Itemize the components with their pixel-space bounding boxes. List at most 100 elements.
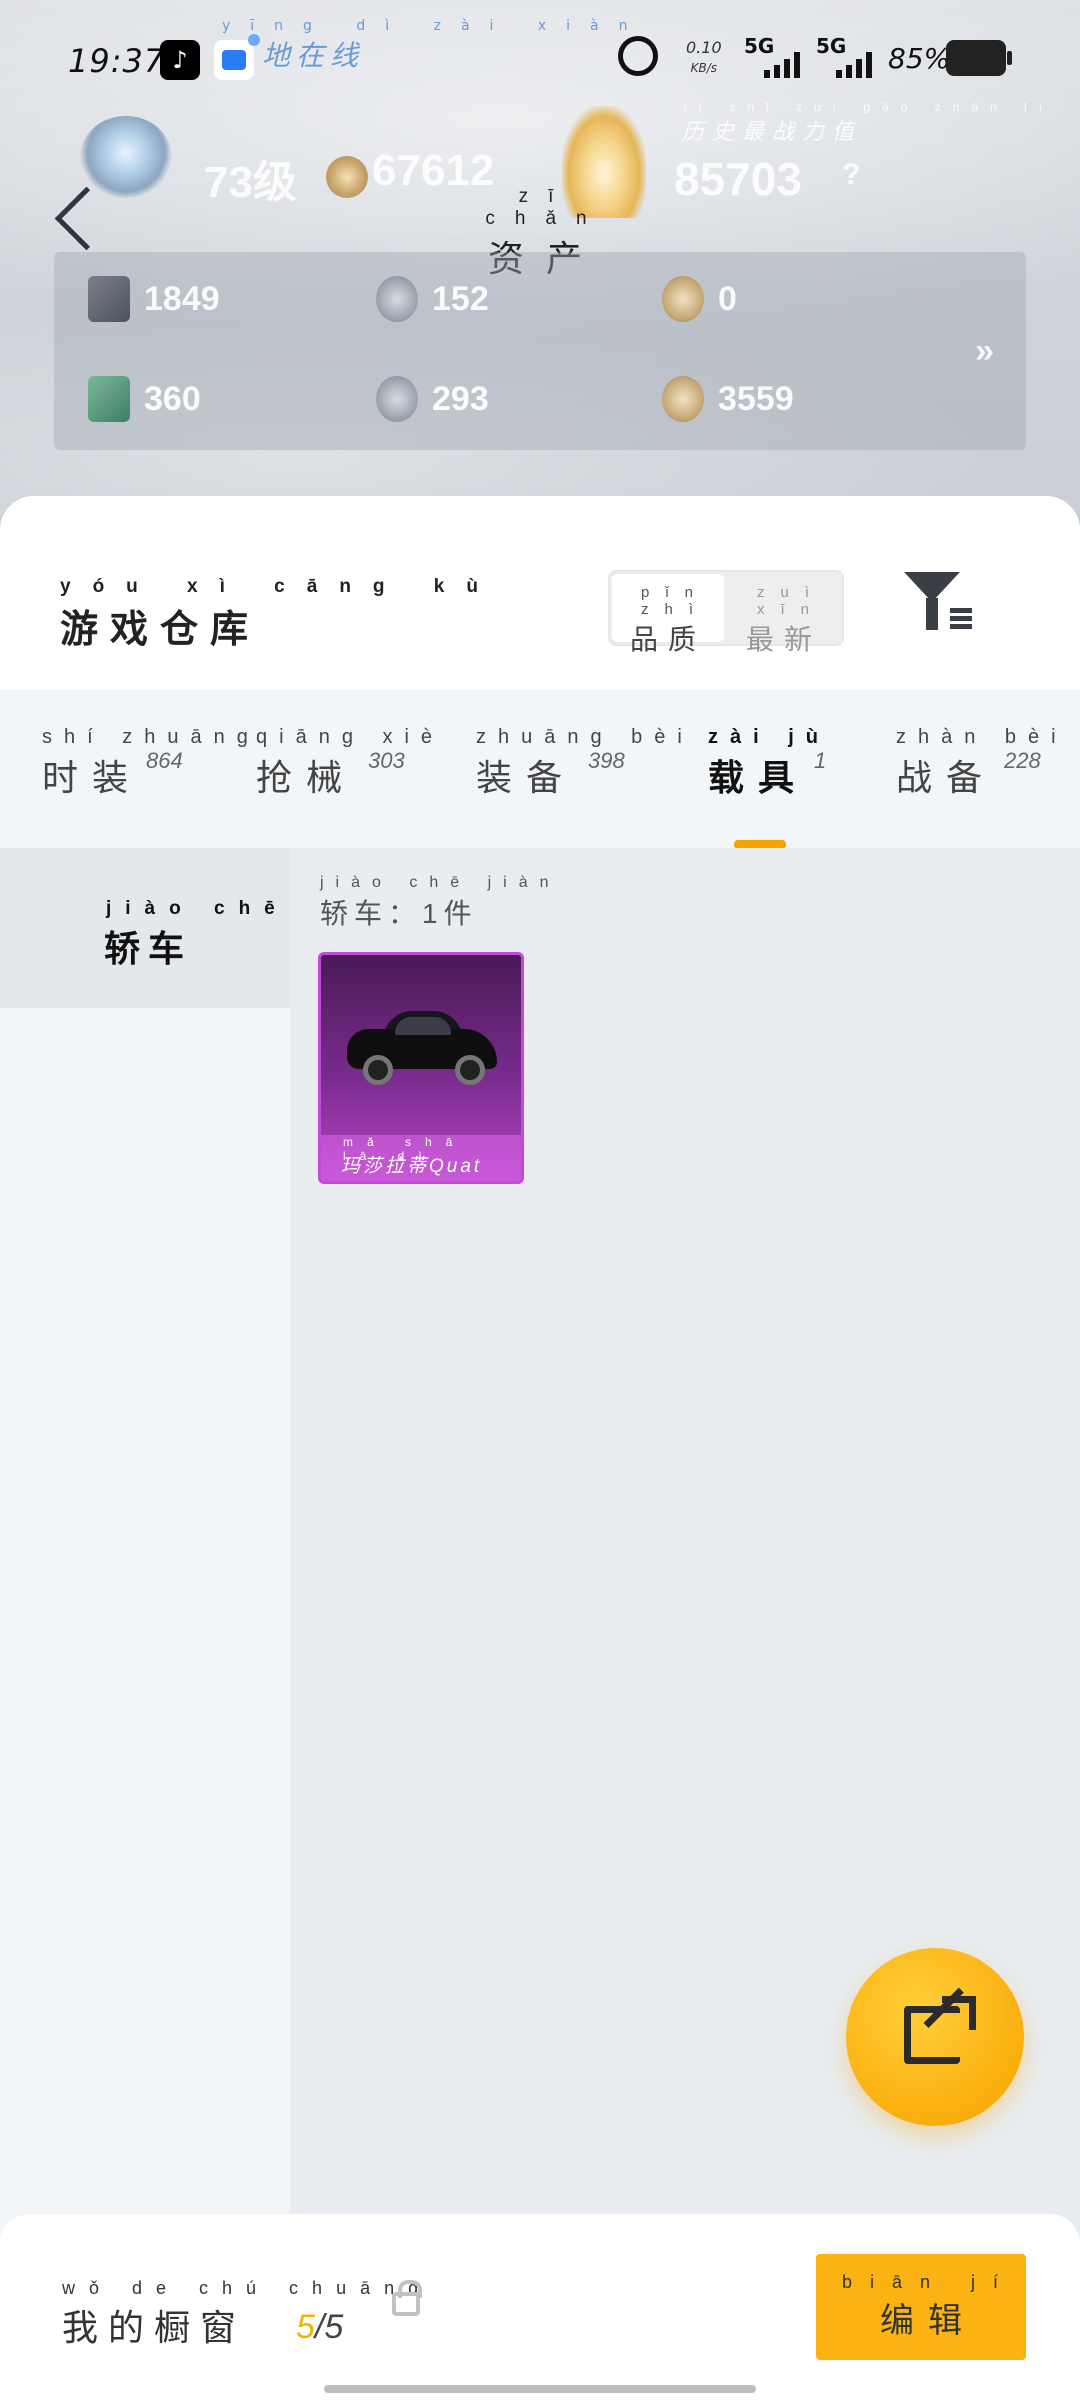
warehouse-title-pinyin: yóu xì cāng kù <box>60 576 500 597</box>
tab-equipment[interactable]: zhuāng bèi 装备 398 <box>476 726 694 801</box>
tab-count: 398 <box>588 748 625 773</box>
green-card-icon <box>88 376 130 422</box>
location-label: 地在线 <box>262 39 365 72</box>
share-button[interactable] <box>846 1948 1024 2126</box>
tab-label: 时装 <box>42 757 143 798</box>
asset-value: 293 <box>432 379 489 418</box>
message-app-icon <box>214 34 260 80</box>
filter-icon[interactable] <box>904 572 974 636</box>
showcase-pinyin: wǒ de chú chuāng <box>62 2278 433 2298</box>
sort-newest-button[interactable]: zuì xīn 最新 <box>728 574 840 655</box>
tab-label: 载具 <box>708 757 809 798</box>
page-title-pinyin: zī chǎn <box>485 186 607 229</box>
asset-item: 1849 <box>88 276 220 322</box>
tab-pinyin: qiāng xiè <box>256 726 445 748</box>
showcase-count: 5/5 <box>296 2308 343 2347</box>
asset-value: 1849 <box>144 279 220 318</box>
alarm-icon <box>618 36 658 76</box>
tab-supplies[interactable]: zhàn bèi 战备 228 <box>896 726 1068 801</box>
tab-count: 1 <box>814 748 827 773</box>
tab-vehicles[interactable]: zài jù 载具 1 <box>708 726 831 849</box>
double-chevron-right-icon[interactable]: » <box>975 332 994 371</box>
showcase-bar: wǒ de chú chuāng 我的橱窗 5/5 biān jí 编辑 <box>0 2214 1080 2400</box>
unlock-icon[interactable] <box>392 2280 422 2316</box>
tab-count: 303 <box>368 748 405 773</box>
tab-pinyin: zài jù <box>708 726 831 748</box>
sort-option-label: 品质 <box>629 624 706 655</box>
tiktok-icon: ♪ <box>160 40 200 80</box>
history-pinyin: lì shǐ zuì gāo zhàn lì <box>684 100 1055 114</box>
asset-item: 152 <box>376 276 489 322</box>
showcase-count-current: 5 <box>296 2308 315 2346</box>
tab-pinyin: zhuāng bèi <box>476 726 694 748</box>
warehouse-title-text: 游戏仓库 <box>60 609 261 651</box>
points-badge-icon <box>326 156 368 198</box>
help-icon[interactable]: ? <box>842 158 860 192</box>
asset-value: 3559 <box>718 379 794 418</box>
sidebar-item-pinyin: jiào chē <box>106 898 289 919</box>
tab-pinyin: zhàn bèi <box>896 726 1068 748</box>
edit-button-pinyin: biān jí <box>841 2272 1017 2292</box>
home-indicator[interactable] <box>324 2385 756 2393</box>
gold-coin-icon <box>662 276 704 322</box>
player-level: 73级 <box>204 158 297 207</box>
asset-item: 360 <box>88 376 201 422</box>
item-grid: jiào chē jiàn 轿车：1件 mǎ shā lā dì 玛莎拉蒂Qua… <box>290 848 1080 2400</box>
showcase-count-total: /5 <box>314 2308 344 2346</box>
sort-option-pinyin: zuì xīn <box>756 584 825 618</box>
sort-option-pinyin: pǐn zhì <box>640 584 710 618</box>
net-speed-unit: KB/s <box>690 61 718 75</box>
sort-option-label: 最新 <box>745 624 822 655</box>
tab-label: 抢械 <box>256 757 357 798</box>
tab-pinyin: shí zhuāng <box>42 726 260 748</box>
tab-fashion[interactable]: shí zhuāng 时装 864 <box>42 726 260 801</box>
location-pinyin: yīng dì zài xiàn <box>222 18 648 34</box>
token-icon <box>376 376 418 422</box>
group-title-text: 轿车：1件 <box>320 898 478 929</box>
group-title: jiào chē jiàn 轿车：1件 <box>320 874 561 932</box>
net-speed-value: 0.10 <box>686 38 722 57</box>
item-name-strip: mǎ shā lā dì 玛莎拉蒂Quat <box>321 1135 521 1181</box>
back-button[interactable] <box>48 184 108 254</box>
asset-item: 0 <box>662 276 737 322</box>
bronze-coin-icon <box>662 376 704 422</box>
showcase-text: 我的橱窗 <box>62 2307 247 2348</box>
edit-button-label: 编辑 <box>880 2302 976 2340</box>
tab-count: 864 <box>146 748 183 773</box>
warehouse-title: yóu xì cāng kù 游戏仓库 <box>60 576 500 653</box>
sort-quality-button[interactable]: pǐn zhì 品质 <box>612 574 724 655</box>
warehouse-header: yóu xì cāng kù 游戏仓库 pǐn zhì 品质 zuì xīn 最… <box>0 496 1080 690</box>
asset-value: 152 <box>432 279 489 318</box>
item-name: 玛莎拉蒂Quat <box>341 1156 483 1177</box>
asset-value: 360 <box>144 379 201 418</box>
asset-item: 3559 <box>662 376 794 422</box>
asset-value: 0 <box>718 279 737 318</box>
sidebar-item-sedan[interactable]: jiào chē 轿车 <box>0 848 290 1008</box>
card-icon <box>88 276 130 322</box>
assets-panel[interactable]: 1849 152 0 360 293 3559 » <box>54 252 1026 450</box>
status-bar: 19:37 ♪ yīng dì zài xiàn 地在线 0.10 KB/s 5… <box>0 0 1080 110</box>
signal-bars-2-icon <box>836 52 872 78</box>
battery-icon <box>946 40 1012 76</box>
tab-count: 228 <box>1004 748 1041 773</box>
signal-bars-1-icon <box>764 52 800 78</box>
showcase-label: wǒ de chú chuāng 我的橱窗 5/5 <box>62 2278 432 2351</box>
combat-power: 85703 <box>674 153 802 205</box>
category-tabs: shí zhuāng 时装 864 qiāng xiè 抢械 303 zhuān… <box>0 690 1080 849</box>
edit-button[interactable]: biān jí 编辑 <box>816 2254 1026 2360</box>
silver-coin-icon <box>376 276 418 322</box>
asset-item: 293 <box>376 376 489 422</box>
network-speed: 0.10 KB/s <box>686 38 722 78</box>
tab-label: 战备 <box>896 757 997 798</box>
tab-label: 装备 <box>476 757 577 798</box>
sidebar-item-label: 轿车 <box>104 928 193 969</box>
sort-toggle: pǐn zhì 品质 zuì xīn 最新 <box>608 570 844 655</box>
status-time: 19:37 <box>68 42 166 80</box>
subcategory-sidebar: jiào chē 轿车 <box>0 848 290 2400</box>
battery-percent: 85% <box>888 42 951 75</box>
tab-weapons[interactable]: qiāng xiè 抢械 303 <box>256 726 444 801</box>
group-title-pinyin: jiào chē jiàn <box>320 874 561 891</box>
item-card[interactable]: mǎ shā lā dì 玛莎拉蒂Quat <box>318 952 524 1184</box>
history-label: 历史最战力值 <box>682 119 863 144</box>
car-image <box>341 1001 501 1085</box>
